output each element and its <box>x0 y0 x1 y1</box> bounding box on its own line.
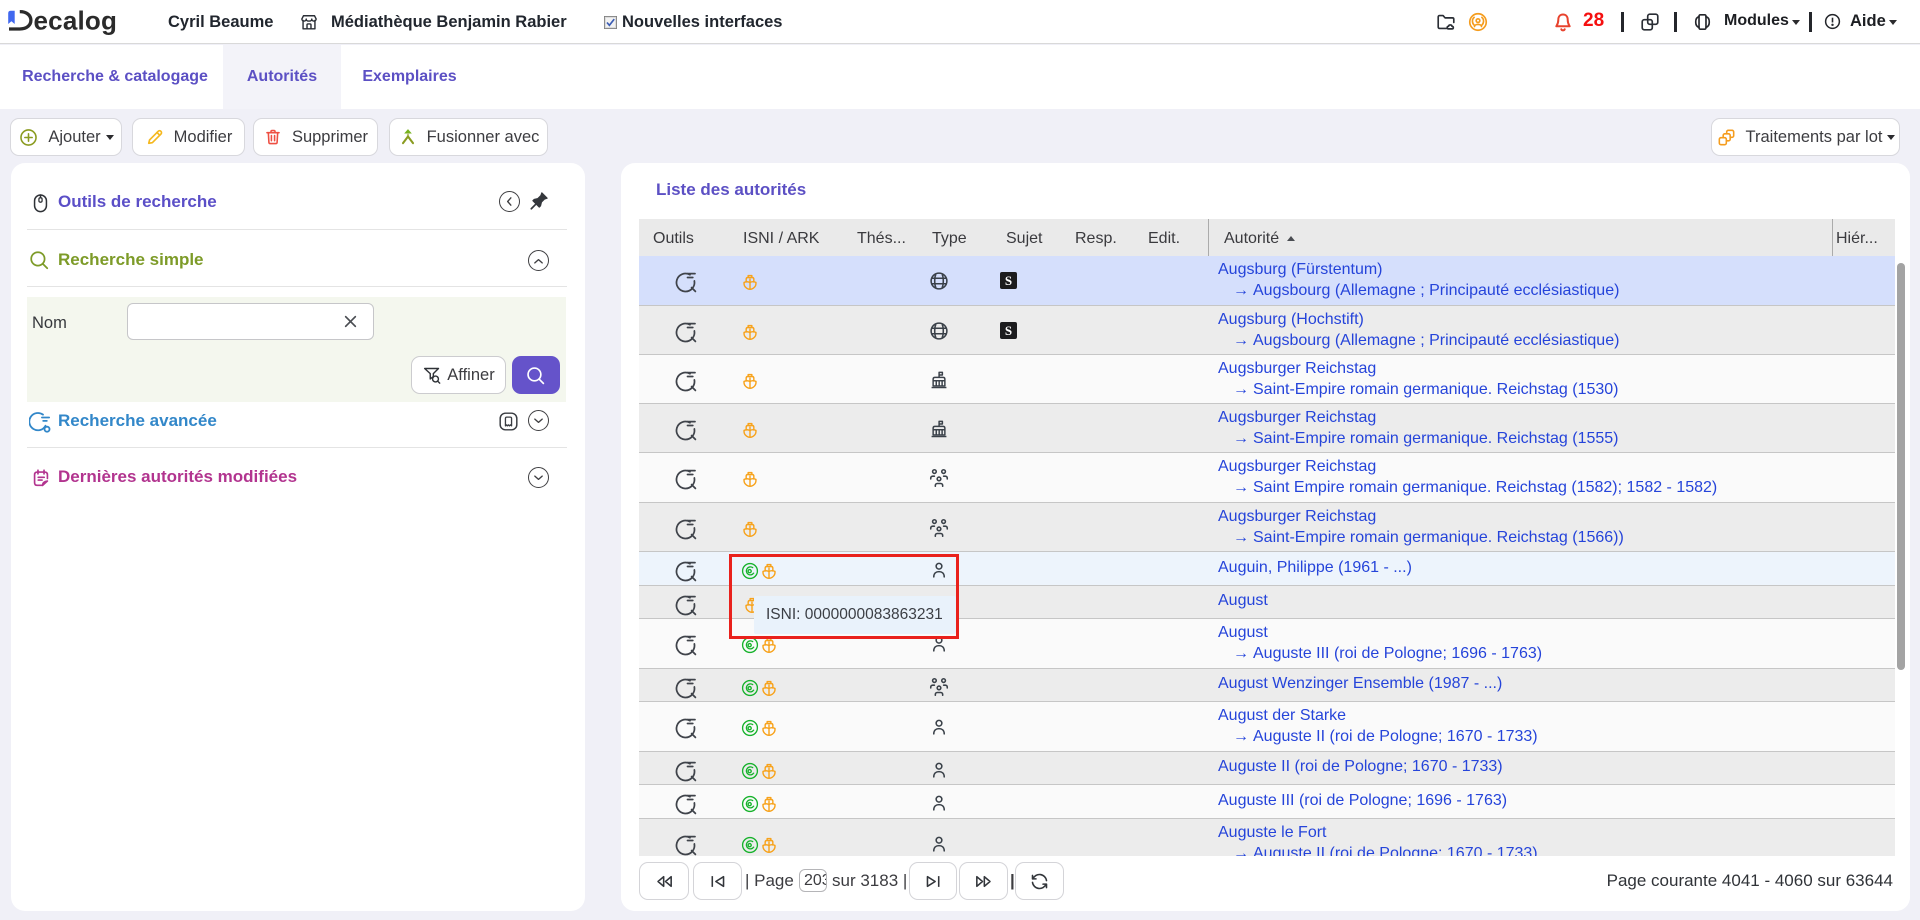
svg-text:ecalog: ecalog <box>34 6 118 36</box>
